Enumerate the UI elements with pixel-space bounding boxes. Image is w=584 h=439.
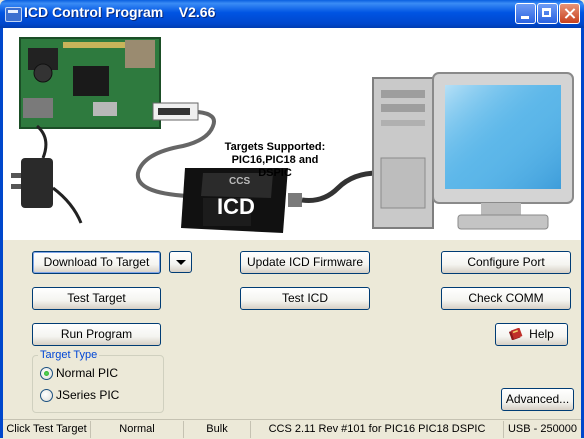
- normal-pic-label[interactable]: Normal PIC: [56, 366, 118, 380]
- icd-logo-text: ICD: [217, 194, 255, 219]
- jseries-pic-label[interactable]: JSeries PIC: [56, 388, 119, 402]
- status-message: Click Test Target: [3, 421, 91, 438]
- update-icd-firmware-button[interactable]: Update ICD Firmware: [240, 251, 370, 274]
- hardware-diagram: ICD CCS: [11, 37, 574, 233]
- window-title: ICD Control Program V2.66: [24, 4, 216, 20]
- test-target-button[interactable]: Test Target: [32, 287, 161, 310]
- check-comm-button[interactable]: Check COMM: [441, 287, 571, 310]
- status-connection: USB - 250000: [507, 423, 578, 435]
- run-program-button[interactable]: Run Program: [32, 323, 161, 346]
- close-button[interactable]: [559, 3, 580, 24]
- status-mode: Normal: [91, 421, 184, 438]
- download-to-target-button[interactable]: Download To Target: [32, 251, 161, 274]
- normal-pic-radio[interactable]: [40, 367, 53, 380]
- targets-line-3: DSPIC: [258, 167, 292, 179]
- jseries-pic-radio[interactable]: [40, 389, 53, 402]
- targets-supported-label: Targets Supported: PIC16,PIC18 and DSPIC: [215, 141, 335, 180]
- advanced-button[interactable]: Advanced...: [501, 388, 574, 411]
- status-transfer: Bulk: [184, 421, 251, 438]
- status-version: CCS 2.11 Rev #101 for PIC16 PIC18 DSPIC: [251, 421, 504, 438]
- minimize-button[interactable]: [515, 3, 536, 24]
- help-button[interactable]: Help: [495, 323, 568, 346]
- hardware-illustration: ICD CCS Targets Supported: PIC16,PIC18 a…: [3, 28, 581, 240]
- computer-image: [372, 72, 574, 230]
- maximize-button[interactable]: [537, 3, 558, 24]
- title-bar[interactable]: ICD Control Program V2.66: [0, 0, 584, 28]
- targets-line-2: PIC16,PIC18 and: [231, 154, 319, 166]
- targets-line-1: Targets Supported:: [224, 141, 326, 153]
- download-options-dropdown[interactable]: [169, 251, 192, 273]
- help-label: Help: [529, 327, 554, 341]
- test-icd-button[interactable]: Test ICD: [240, 287, 370, 310]
- target-type-group: [32, 355, 164, 413]
- configure-port-button[interactable]: Configure Port: [441, 251, 571, 274]
- target-type-legend: Target Type: [38, 349, 100, 361]
- app-icon: [5, 7, 22, 22]
- book-icon: [509, 328, 523, 340]
- power-adapter-image: [11, 124, 83, 224]
- status-bar: Click Test Target Normal Bulk CCS 2.11 R…: [3, 419, 581, 439]
